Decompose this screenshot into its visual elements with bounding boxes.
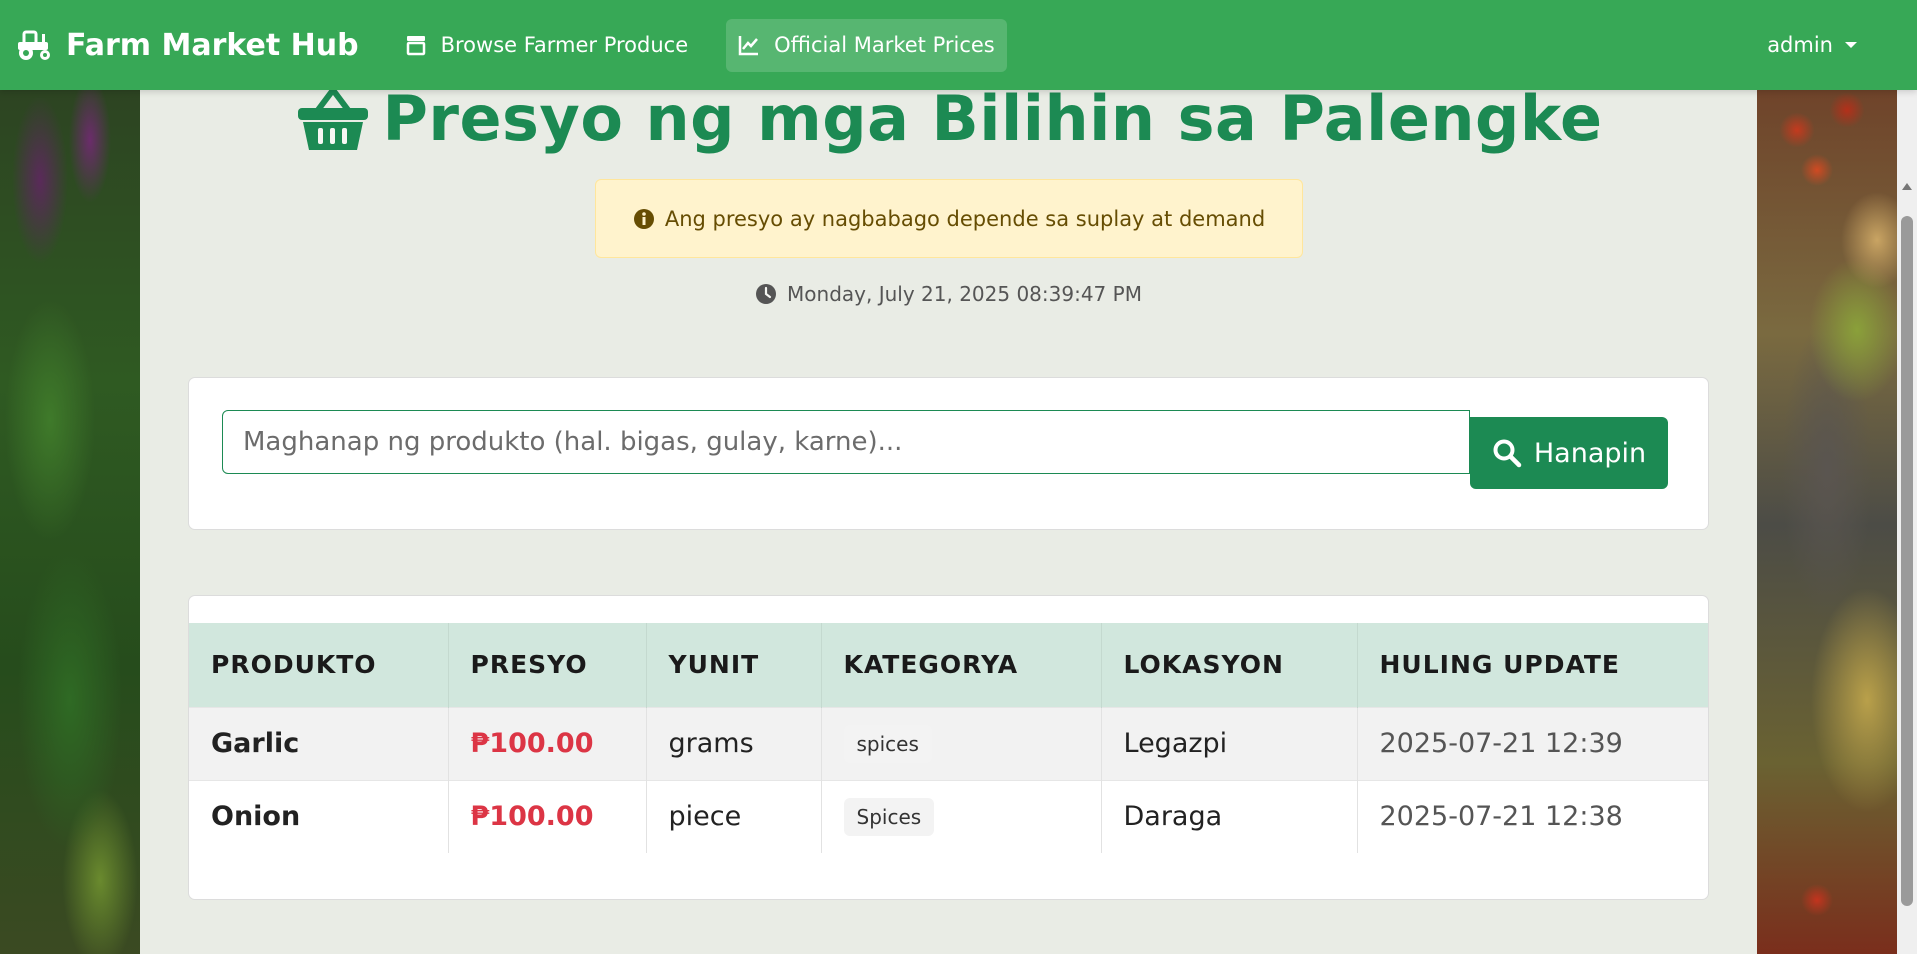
column-header-price[interactable]: PRESYO — [448, 623, 647, 707]
cell-location: Legazpi — [1101, 706, 1358, 780]
nav-browse-label: Browse Farmer Produce — [440, 33, 689, 57]
column-header-unit[interactable]: YUNIT — [646, 623, 822, 707]
background-produce-left — [0, 0, 140, 954]
tractor-icon — [18, 30, 50, 60]
cell-location: Daraga — [1101, 779, 1358, 853]
cell-updated: 2025-07-21 12:39 — [1357, 706, 1708, 780]
category-badge: Spices — [843, 797, 935, 836]
page-title: Presyo ng mga Bilihin sa Palengke — [382, 82, 1603, 155]
chart-line-icon — [738, 36, 759, 56]
cell-product: Garlic — [189, 706, 449, 780]
cell-unit: piece — [646, 779, 822, 853]
cell-unit: grams — [646, 706, 822, 780]
price-notice-alert: Ang presyo ay nagbabago depende sa supla… — [595, 179, 1303, 258]
search-icon — [1493, 439, 1522, 468]
scroll-up-arrow-icon[interactable] — [1902, 183, 1912, 190]
brand-link[interactable]: Farm Market Hub — [14, 28, 359, 63]
prices-table-card: PRODUKTO PRESYO YUNIT KATEGORYA LOKASYON… — [188, 595, 1709, 900]
brand-name: Farm Market Hub — [66, 27, 359, 63]
navbar: Farm Market Hub Browse Farmer Produce Of… — [0, 0, 1917, 90]
search-input[interactable] — [222, 410, 1470, 474]
table-row: Onion ₱100.00 piece Spices Daraga 2025-0… — [189, 779, 1708, 853]
background-produce-right — [1757, 0, 1917, 954]
main-content: Presyo ng mga Bilihin sa Palengke Ang pr… — [140, 0, 1757, 954]
cell-category: spices — [821, 706, 1102, 780]
cell-price: ₱100.00 — [448, 706, 647, 780]
table-row: Garlic ₱100.00 grams spices Legazpi 2025… — [189, 706, 1708, 780]
cell-updated: 2025-07-21 12:38 — [1357, 779, 1708, 853]
table-header-row: PRODUKTO PRESYO YUNIT KATEGORYA LOKASYON… — [189, 623, 1708, 707]
column-header-product[interactable]: PRODUKTO — [189, 623, 449, 707]
column-header-location[interactable]: LOKASYON — [1101, 623, 1358, 707]
cell-category: Spices — [821, 779, 1102, 853]
column-header-updated[interactable]: HULING UPDATE — [1357, 623, 1708, 707]
search-button[interactable]: Hanapin — [1470, 417, 1668, 489]
nav-market-prices[interactable]: Official Market Prices — [726, 18, 1007, 72]
chevron-down-icon — [1845, 42, 1857, 48]
user-name: admin — [1767, 33, 1833, 57]
scrollbar-thumb[interactable] — [1901, 216, 1913, 906]
column-header-category[interactable]: KATEGORYA — [821, 623, 1102, 707]
prices-table: PRODUKTO PRESYO YUNIT KATEGORYA LOKASYON… — [189, 623, 1708, 853]
datetime-text: Monday, July 21, 2025 08:39:47 PM — [787, 282, 1142, 306]
nav-browse-produce[interactable]: Browse Farmer Produce — [393, 19, 701, 72]
search-card: Hanapin — [188, 377, 1709, 530]
category-badge: spices — [843, 724, 932, 763]
search-button-label: Hanapin — [1533, 437, 1647, 469]
store-icon — [406, 36, 425, 56]
info-circle-icon — [633, 208, 654, 229]
nav-prices-label: Official Market Prices — [774, 33, 995, 57]
current-datetime: Monday, July 21, 2025 08:39:47 PM — [140, 282, 1757, 306]
price-notice-text: Ang presyo ay nagbabago depende sa supla… — [664, 206, 1266, 231]
page-scrollbar[interactable] — [1897, 90, 1917, 954]
basket-icon — [298, 84, 369, 150]
cell-product: Onion — [189, 779, 449, 853]
user-menu-dropdown[interactable]: admin — [1767, 33, 1857, 57]
page-header: Presyo ng mga Bilihin sa Palengke — [140, 82, 1757, 155]
cell-price: ₱100.00 — [448, 779, 647, 853]
clock-icon — [756, 284, 777, 304]
